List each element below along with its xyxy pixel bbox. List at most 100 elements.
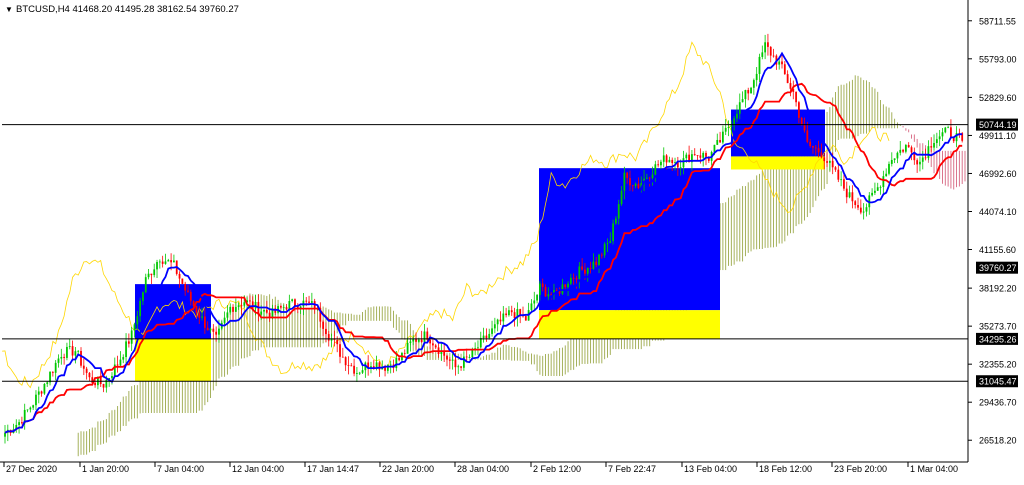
candle-body (899, 149, 902, 153)
candle-body (817, 148, 820, 153)
candle-body (668, 159, 671, 163)
candle-body (845, 188, 848, 198)
candle-body (201, 316, 203, 318)
candle-body (561, 284, 564, 294)
candle-body (167, 260, 170, 262)
candle-body (195, 305, 198, 313)
candle-body (567, 283, 569, 288)
candle-body (795, 91, 797, 103)
candle-body (696, 155, 699, 156)
chart-canvas[interactable]: 58711.55 55793.00 52829.60 49911.10 46992.60… (0, 0, 1024, 480)
candle-body (662, 155, 665, 162)
candle-body (462, 356, 465, 368)
candle-body (508, 310, 510, 316)
time-tick-label: 22 Jan 20:00 (382, 464, 434, 474)
candle-body (617, 204, 620, 219)
candle-body (32, 405, 35, 408)
candle-body (603, 243, 606, 256)
candle-body (874, 190, 876, 193)
candle-body (589, 267, 592, 269)
candle-body (499, 319, 502, 322)
candle-body (279, 306, 282, 308)
candle-body (51, 371, 54, 373)
candle-body (606, 243, 609, 244)
price-tick-label: 35273.70 (979, 322, 1017, 332)
candle-body (904, 144, 907, 152)
candle-body (600, 254, 603, 256)
candle-body (20, 422, 23, 424)
candle-body (198, 312, 201, 318)
candle-body (432, 343, 434, 346)
candle-body (178, 273, 181, 279)
candle-body (491, 328, 493, 334)
candle-body (57, 358, 60, 363)
menu-triangle-icon[interactable]: ▼ (5, 5, 13, 14)
candle-body (203, 316, 206, 328)
candle-body (699, 155, 702, 158)
candle-body (626, 172, 629, 179)
candle-body (451, 359, 454, 361)
candle-body (761, 52, 764, 57)
candle-body (229, 306, 232, 313)
candle-body (623, 172, 626, 191)
candle-body (356, 373, 358, 374)
candle-body (823, 157, 826, 162)
candle-body (941, 132, 944, 137)
candle-body (173, 260, 175, 263)
candle-body (409, 341, 412, 343)
candle-body (460, 366, 462, 368)
time-tick-label: 7 Jan 04:00 (157, 464, 204, 474)
price-tick-label: 58711.55 (979, 16, 1016, 26)
candle-body (164, 261, 167, 264)
candle-body (502, 313, 505, 322)
candle-body (747, 90, 750, 94)
price-tick-label: 55793.00 (979, 54, 1017, 64)
candle-body (111, 375, 113, 379)
candle-body (812, 145, 814, 148)
candle-body (181, 278, 184, 284)
price-tick-label: 46992.60 (979, 169, 1017, 179)
candle-body (789, 83, 792, 89)
price-label-text: 31045.47 (979, 377, 1017, 387)
candle-body (68, 346, 71, 347)
candle-body (896, 152, 899, 159)
candle-body (637, 183, 640, 189)
chart-window[interactable]: 58711.55 55793.00 52829.60 49911.10 46992.60… (0, 0, 1024, 480)
candle-body (584, 269, 586, 274)
candle-body (879, 186, 882, 188)
time-tick-label: 18 Feb 12:00 (759, 464, 812, 474)
candle-body (395, 357, 398, 369)
candle-body (848, 192, 851, 198)
candle-body (94, 382, 96, 386)
candle-body (358, 372, 361, 374)
candle-body (127, 341, 130, 344)
candle-body (564, 284, 567, 288)
time-tick-label: 12 Jan 04:00 (232, 464, 284, 474)
candle-body (66, 346, 68, 358)
candle-body (764, 42, 767, 53)
candle-body (716, 139, 719, 145)
candle-body (705, 152, 707, 157)
candle-body (862, 211, 865, 213)
candle-body (820, 152, 823, 158)
candle-body (282, 307, 285, 308)
time-tick-label: 1 Jan 20:00 (82, 464, 129, 474)
price-label-text: 50744.19 (979, 120, 1017, 130)
candle-body (530, 303, 533, 311)
candle-body (840, 179, 843, 181)
candle-body (43, 383, 46, 394)
candle-body (133, 324, 136, 331)
candle-body (240, 305, 243, 307)
candle-body (406, 342, 409, 354)
candle-body (907, 144, 910, 148)
candle-body (260, 311, 263, 315)
candle-body (147, 273, 150, 278)
candle-body (826, 161, 828, 163)
price-tick-label: 38192.20 (979, 284, 1017, 294)
candle-body (578, 266, 581, 280)
candle-body (910, 147, 913, 153)
candle-body (161, 261, 164, 264)
candle-body (488, 333, 491, 338)
candle-body (843, 179, 845, 189)
candle-body (158, 261, 161, 263)
